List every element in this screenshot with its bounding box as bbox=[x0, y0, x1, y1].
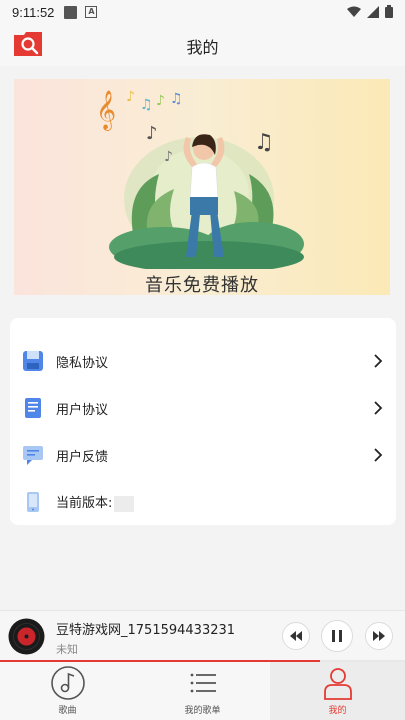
phone-icon bbox=[27, 492, 39, 512]
signal-icon bbox=[367, 5, 379, 18]
banner[interactable]: 𝄞 ♪ ♫ ♪ ♫ ♪ ♫ ♪ 音乐免费播放 bbox=[14, 79, 390, 295]
menu-item-privacy[interactable]: 隐私协议 bbox=[10, 338, 396, 384]
menu-item-user-agreement[interactable]: 用户协议 bbox=[10, 385, 396, 431]
user-icon bbox=[323, 668, 352, 700]
agreement-icon bbox=[25, 398, 41, 418]
svg-text:𝄞: 𝄞 bbox=[96, 90, 116, 131]
svg-text:♪: ♪ bbox=[156, 93, 165, 109]
nav-my-playlists[interactable]: 我的歌单 bbox=[135, 662, 270, 720]
status-time: 9:11:52 bbox=[12, 4, 55, 20]
nav-label: 我的歌单 bbox=[184, 706, 221, 716]
menu-item-version: 当前版本: bbox=[10, 479, 396, 525]
chevron-right-icon bbox=[374, 354, 383, 368]
feedback-icon bbox=[23, 446, 43, 465]
next-button[interactable] bbox=[365, 622, 393, 650]
svg-text:♪: ♪ bbox=[164, 149, 173, 165]
settings-menu: 隐私协议 用户协议 用户反馈 当前版本: bbox=[10, 318, 396, 525]
previous-button[interactable] bbox=[282, 622, 310, 650]
track-title: 豆特游戏网_1751594433231 bbox=[56, 623, 236, 638]
notification-a-icon: A bbox=[85, 6, 98, 18]
svg-text:♫: ♫ bbox=[170, 91, 183, 107]
bottom-nav: 歌曲 我的歌单 我的 bbox=[0, 662, 405, 720]
svg-text:♪: ♪ bbox=[126, 89, 135, 105]
nav-label: 歌曲 bbox=[58, 706, 77, 716]
nav-label: 我的 bbox=[328, 706, 347, 716]
version-label: 当前版本: bbox=[56, 492, 135, 512]
wifi-icon bbox=[347, 6, 361, 17]
menu-item-feedback[interactable]: 用户反馈 bbox=[10, 432, 396, 478]
track-artist: 未知 bbox=[56, 643, 78, 656]
playlist-icon bbox=[190, 673, 216, 693]
status-icons bbox=[347, 5, 393, 18]
chevron-right-icon bbox=[374, 448, 383, 462]
version-value bbox=[114, 495, 135, 512]
chevron-right-icon bbox=[374, 401, 383, 415]
menu-item-label: 用户反馈 bbox=[56, 449, 109, 465]
menu-item-label: 用户协议 bbox=[56, 402, 109, 418]
mini-player[interactable]: 豆特游戏网_1751594433231 未知 bbox=[0, 610, 405, 660]
pause-icon bbox=[332, 630, 342, 642]
app-header: 我的 bbox=[0, 24, 405, 66]
banner-illustration: 𝄞 ♪ ♫ ♪ ♫ ♪ ♫ ♪ bbox=[96, 89, 304, 269]
music-note-icon bbox=[50, 666, 85, 700]
rewind-icon bbox=[290, 631, 302, 641]
svg-text:♪: ♪ bbox=[146, 123, 158, 144]
notification-square-icon bbox=[64, 5, 78, 19]
privacy-icon bbox=[23, 351, 43, 371]
nav-songs[interactable]: 歌曲 bbox=[0, 662, 135, 720]
fast-forward-icon bbox=[373, 631, 385, 641]
status-bar: 9:11:52 A bbox=[0, 0, 405, 24]
pause-button[interactable] bbox=[321, 620, 353, 652]
battery-icon bbox=[385, 5, 393, 18]
album-disc-icon bbox=[8, 618, 45, 655]
menu-item-label: 隐私协议 bbox=[56, 355, 109, 371]
nav-mine[interactable]: 我的 bbox=[270, 662, 405, 720]
svg-text:♫: ♫ bbox=[254, 130, 274, 155]
page-title: 我的 bbox=[186, 38, 219, 57]
banner-caption: 音乐免费播放 bbox=[145, 275, 259, 295]
svg-text:♫: ♫ bbox=[140, 97, 153, 113]
